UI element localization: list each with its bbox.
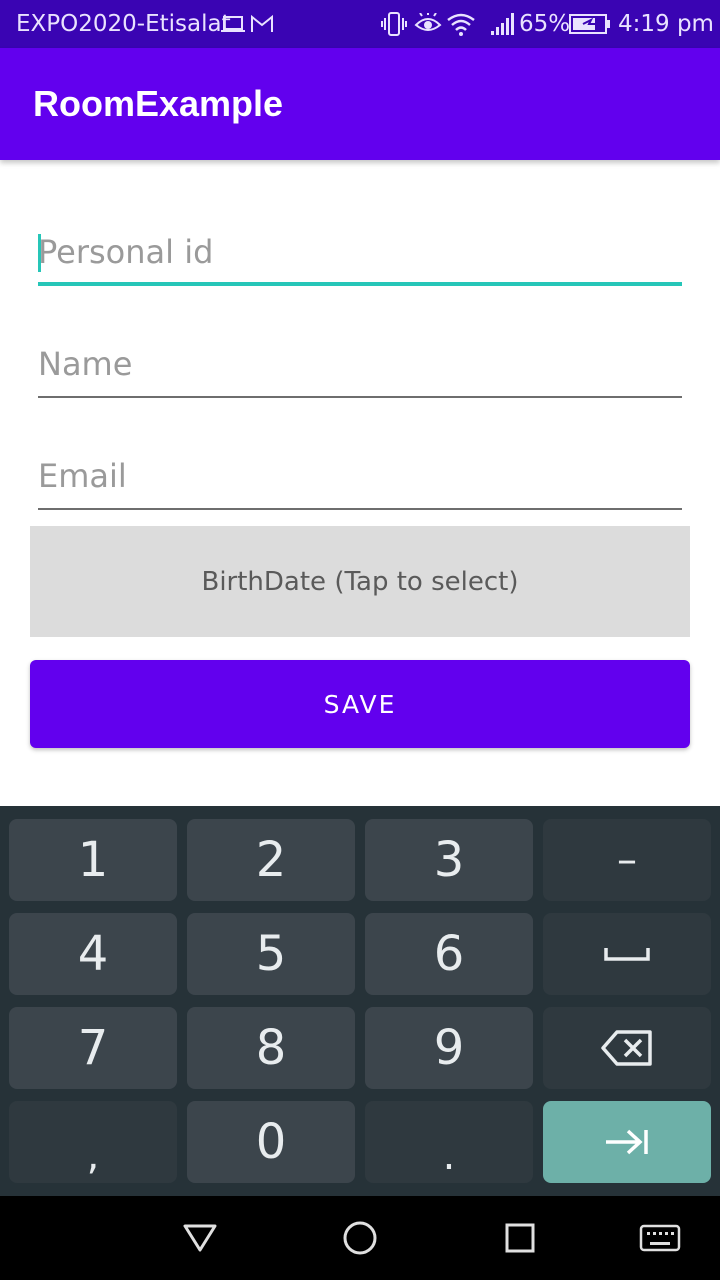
gmail-icon xyxy=(250,10,274,38)
key-7[interactable]: 7 xyxy=(9,1007,177,1089)
personal-id-input[interactable] xyxy=(38,222,682,282)
battery-percent: 65% xyxy=(519,11,571,37)
laptop-icon xyxy=(221,10,245,38)
text-cursor xyxy=(38,234,41,272)
key-6[interactable]: 6 xyxy=(365,913,533,995)
save-button[interactable]: SAVE xyxy=(30,660,690,748)
wifi-icon xyxy=(446,10,476,38)
clock: 4:19 pm xyxy=(618,11,714,37)
key-backspace[interactable] xyxy=(543,1007,711,1089)
field-underline xyxy=(38,396,682,398)
email-field[interactable] xyxy=(38,446,682,510)
vibrate-icon xyxy=(380,10,408,38)
comma-label: , xyxy=(86,1133,100,1179)
battery-icon xyxy=(569,10,611,38)
key-0[interactable]: 0 xyxy=(187,1101,355,1183)
name-field[interactable] xyxy=(38,334,682,398)
key-1[interactable]: 1 xyxy=(9,819,177,901)
eye-icon xyxy=(414,10,442,38)
navigation-bar xyxy=(0,1196,720,1280)
key-comma[interactable]: , xyxy=(9,1101,177,1183)
space-icon xyxy=(604,948,650,961)
field-underline xyxy=(38,282,682,286)
app-bar: RoomExample xyxy=(0,48,720,160)
numeric-keyboard: 1 2 3 – 4 5 6 7 8 9 , 0 . xyxy=(0,806,720,1196)
backspace-icon xyxy=(601,1030,652,1066)
keyboard-icon[interactable] xyxy=(638,1216,682,1260)
key-9[interactable]: 9 xyxy=(365,1007,533,1089)
name-input[interactable] xyxy=(38,334,682,394)
home-icon[interactable] xyxy=(338,1216,382,1260)
status-bar: EXPO2020-Etisalat 65% 4:19 pm xyxy=(0,0,720,48)
app-title: RoomExample xyxy=(33,83,284,124)
back-icon[interactable] xyxy=(178,1216,222,1260)
key-period[interactable]: . xyxy=(365,1101,533,1183)
key-minus[interactable]: – xyxy=(543,819,711,901)
key-8[interactable]: 8 xyxy=(187,1007,355,1089)
tab-next-icon xyxy=(606,1129,648,1155)
key-next[interactable] xyxy=(543,1101,711,1183)
personal-id-field[interactable] xyxy=(38,222,682,286)
key-space[interactable] xyxy=(543,913,711,995)
field-underline xyxy=(38,508,682,510)
key-2[interactable]: 2 xyxy=(187,819,355,901)
period-label: . xyxy=(442,1133,456,1179)
birthdate-button[interactable]: BirthDate (Tap to select) xyxy=(30,526,690,637)
carrier-name: EXPO2020-Etisalat xyxy=(16,11,231,37)
signal-icon xyxy=(490,10,518,38)
key-4[interactable]: 4 xyxy=(9,913,177,995)
key-5[interactable]: 5 xyxy=(187,913,355,995)
key-3[interactable]: 3 xyxy=(365,819,533,901)
email-input[interactable] xyxy=(38,446,682,506)
recents-icon[interactable] xyxy=(498,1216,542,1260)
